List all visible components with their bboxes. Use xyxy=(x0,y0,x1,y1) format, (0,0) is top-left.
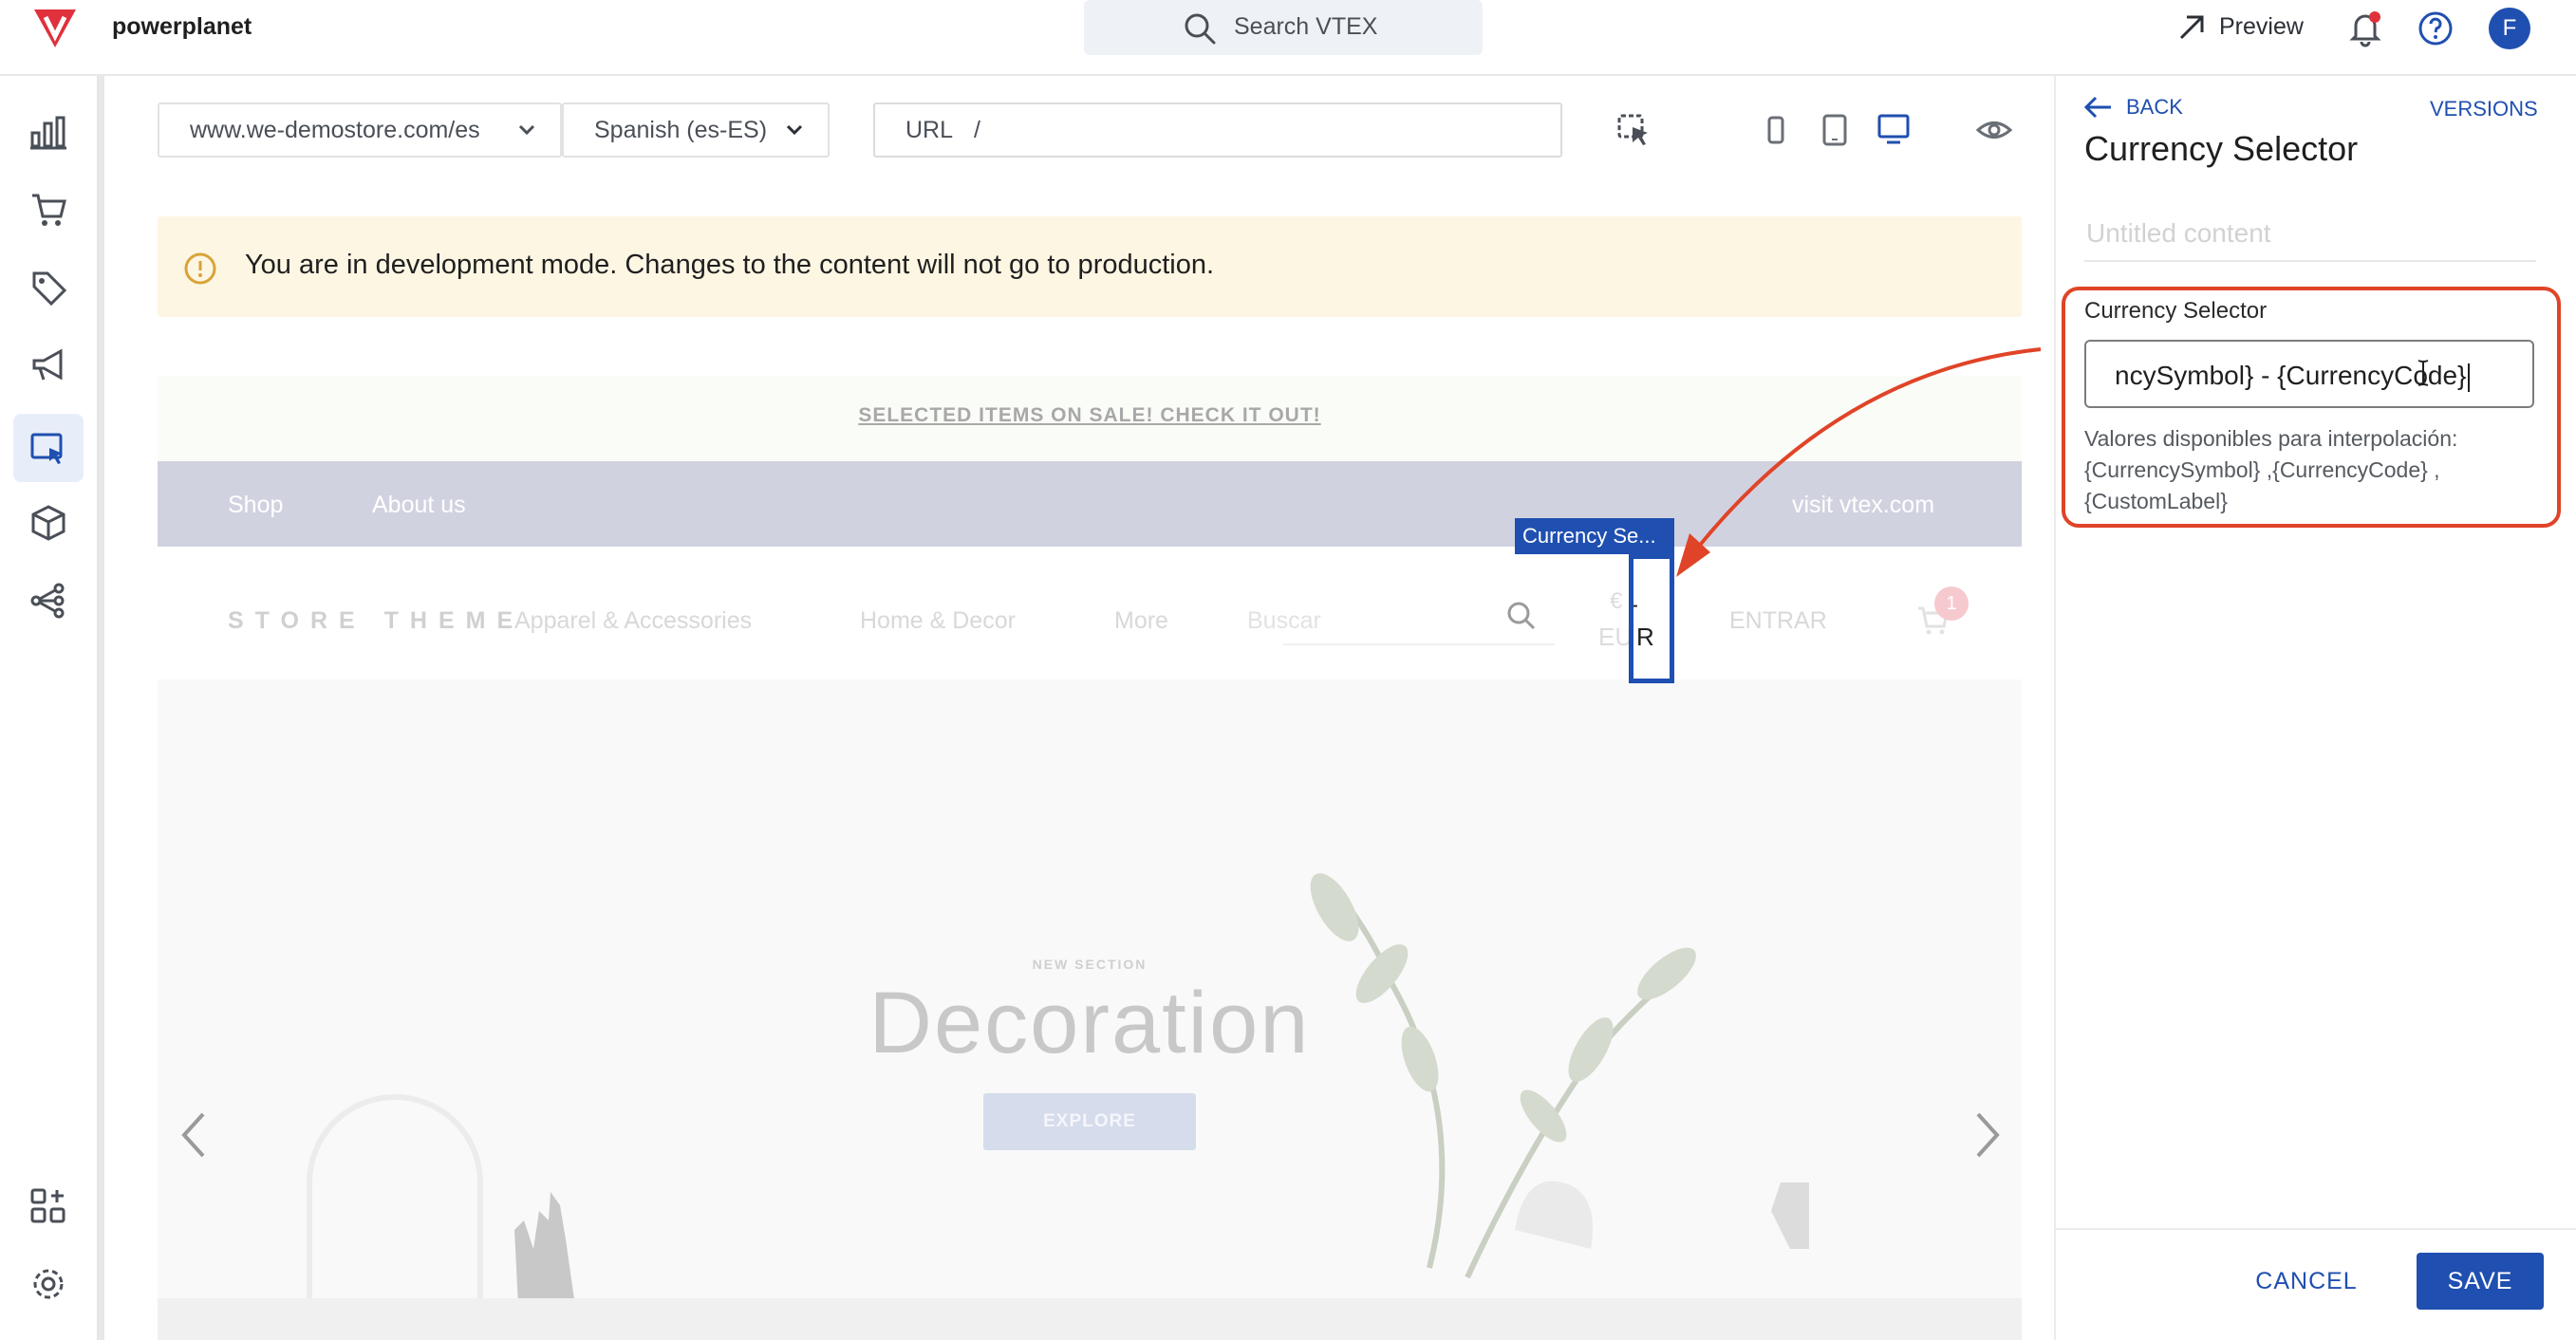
currency-format-value: ncySymbol} - {CurrencyCode} xyxy=(2115,361,2467,390)
hero-kicker: NEW SECTION xyxy=(1032,957,1148,972)
currency-field-help: Valores disponibles para interpolación: … xyxy=(2084,426,2458,513)
store-logo[interactable]: STORE THEME xyxy=(228,607,524,635)
store-currency-code-start: EU xyxy=(1598,623,1633,651)
store-login-link[interactable]: ENTRAR xyxy=(1729,607,1827,635)
back-arrow-icon[interactable] xyxy=(2082,95,2115,120)
currency-field-label: Currency Selector xyxy=(2084,298,2268,324)
help-icon[interactable] xyxy=(2417,9,2455,47)
extensions-grid-icon[interactable] xyxy=(28,1186,68,1226)
inspect-element-button[interactable] xyxy=(1606,102,1661,158)
preview-bottom-bar xyxy=(158,1298,2022,1340)
selected-block-tag: Currency Se... xyxy=(1515,518,1674,554)
store-search-placeholder: Buscar xyxy=(1247,607,1321,634)
url-label: URL xyxy=(905,117,953,143)
tablet-view-button[interactable] xyxy=(1807,102,1862,158)
marketing-megaphone-icon[interactable] xyxy=(28,345,68,385)
binding-select[interactable]: www.we-demostore.com/es xyxy=(158,102,562,158)
search-icon xyxy=(1183,11,1217,46)
store-currency-symbol: € xyxy=(1610,588,1623,614)
chevron-down-icon xyxy=(516,120,537,140)
text-cursor-ibeam-icon xyxy=(2417,359,2430,387)
store-cart-count: 1 xyxy=(1934,586,1969,621)
external-arrow-icon[interactable] xyxy=(2177,13,2206,42)
development-mode-message: You are in development mode. Changes to … xyxy=(245,250,1215,280)
preview-eye-button[interactable] xyxy=(1967,102,2022,158)
locale-select-value: Spanish (es-ES) xyxy=(594,117,768,143)
content-name-input[interactable]: Untitled content xyxy=(2086,218,2271,249)
dashboard-chart-icon[interactable] xyxy=(28,112,68,152)
store-menu-more[interactable]: More xyxy=(1114,607,1168,635)
desktop-view-button[interactable] xyxy=(1866,102,1921,158)
hero-explore-button[interactable]: EXPLORE xyxy=(983,1093,1196,1150)
content-name-underline xyxy=(2084,260,2536,262)
binding-select-value: www.we-demostore.com/es xyxy=(190,117,480,143)
chevron-down-icon xyxy=(784,120,805,140)
versions-button[interactable]: VERSIONS xyxy=(2430,97,2538,121)
glass-dome-illustration xyxy=(290,1078,613,1298)
left-navigation xyxy=(0,76,99,1340)
vtex-logo-icon[interactable] xyxy=(32,8,78,49)
store-menu-home[interactable]: Home & Decor xyxy=(860,607,1016,635)
user-avatar[interactable]: F xyxy=(2489,8,2530,49)
global-search-label: Search VTEX xyxy=(1234,13,1378,40)
hero-title: Decoration xyxy=(868,975,1311,1071)
url-value: / xyxy=(974,117,980,143)
nav-divider xyxy=(99,76,104,1340)
plant-illustration xyxy=(1278,869,1809,1298)
store-search-icon[interactable] xyxy=(1505,600,1538,632)
mobile-view-button[interactable] xyxy=(1748,102,1803,158)
carousel-next-icon[interactable] xyxy=(1970,1108,2005,1162)
currency-format-input[interactable]: ncySymbol} - {CurrencyCode} xyxy=(2084,340,2534,408)
store-menu-apparel[interactable]: Apparel & Accessories xyxy=(514,607,752,635)
block-editor-panel xyxy=(2054,76,2576,1340)
url-input[interactable]: URL / xyxy=(873,102,1562,158)
save-button[interactable]: SAVE xyxy=(2417,1253,2544,1310)
catalog-box-icon[interactable] xyxy=(28,503,68,543)
annotation-arrow-icon xyxy=(1652,342,2069,588)
panel-title: Currency Selector xyxy=(2084,129,2359,168)
settings-gear-icon[interactable] xyxy=(28,1264,68,1304)
cancel-button[interactable]: CANCEL xyxy=(2240,1253,2373,1310)
account-name: powerplanet xyxy=(112,13,252,40)
orders-cart-icon[interactable] xyxy=(28,190,68,230)
apps-nodes-icon[interactable] xyxy=(28,581,68,621)
preview-button[interactable]: Preview xyxy=(2219,13,2304,41)
storefront-cms-icon[interactable] xyxy=(28,429,68,469)
carousel-prev-icon[interactable] xyxy=(177,1108,211,1162)
store-nav-about[interactable]: About us xyxy=(372,492,466,519)
notification-bell-icon[interactable] xyxy=(2346,9,2384,47)
promotions-tag-icon[interactable] xyxy=(28,268,68,307)
warning-icon xyxy=(182,251,218,287)
back-button[interactable]: BACK xyxy=(2126,95,2183,120)
store-nav-shop[interactable]: Shop xyxy=(228,492,283,519)
panel-footer-divider xyxy=(2054,1228,2576,1230)
text-cursor xyxy=(2468,363,2471,392)
